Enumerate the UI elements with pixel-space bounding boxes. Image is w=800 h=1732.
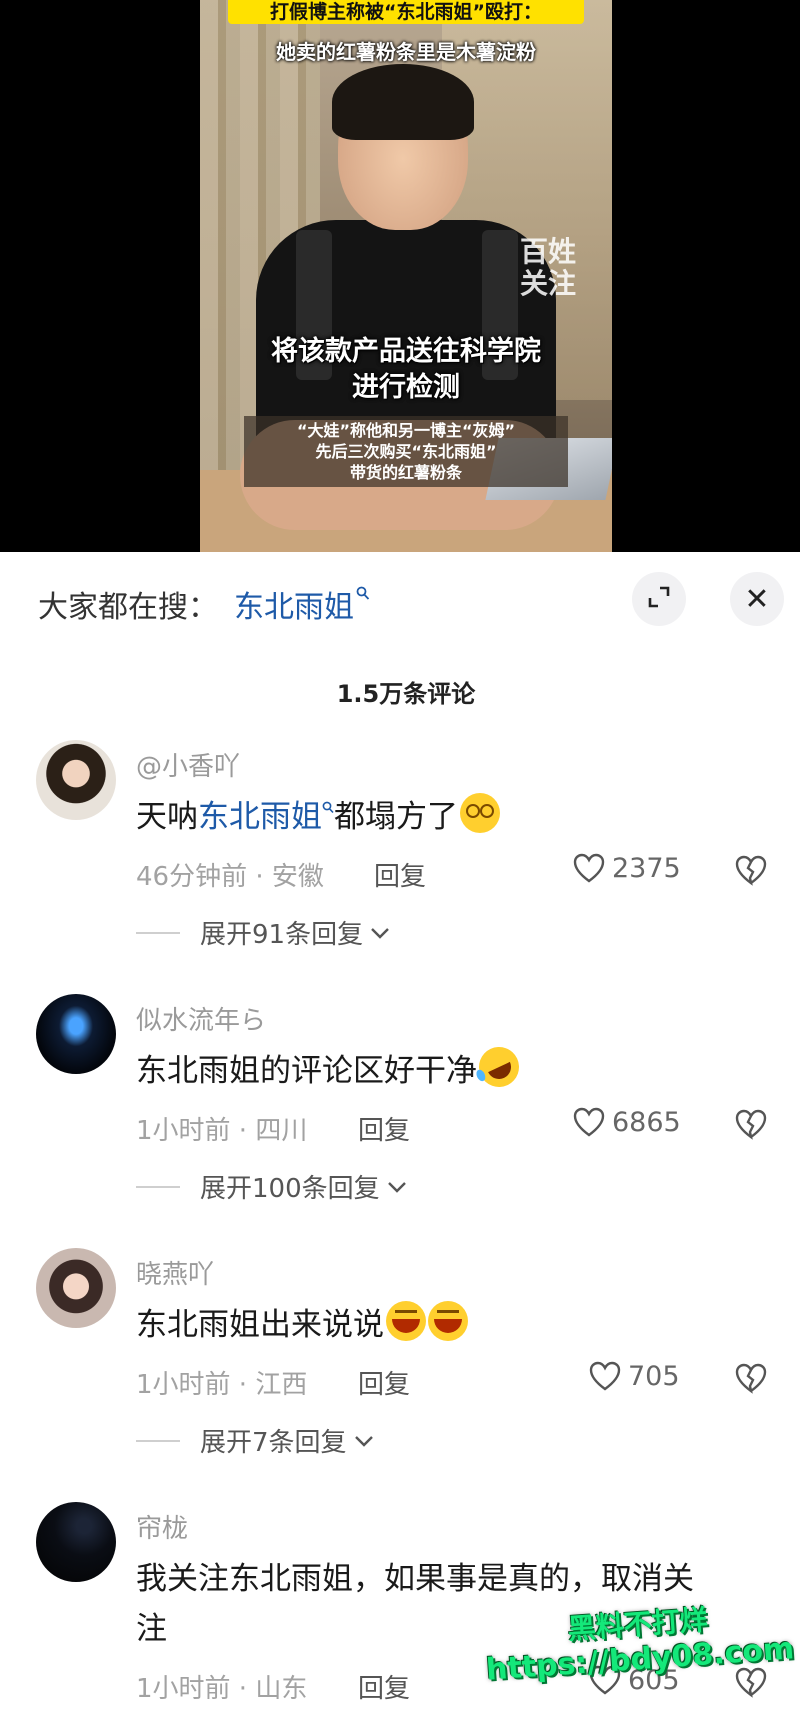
heart-icon [589, 1361, 621, 1391]
trending-search-row: 大家都在搜： 东北雨姐 [38, 582, 370, 626]
expand-replies-label: 展开91条回复 [200, 920, 364, 950]
chevron-down-icon [387, 1181, 406, 1193]
trending-search-keyword[interactable]: 东北雨姐 [234, 582, 354, 626]
video-caption-headline: 打假博主称被“东北雨姐”殴打： [228, 0, 584, 24]
comment-username[interactable]: @小香吖 [136, 746, 240, 783]
like-count: 2375 [612, 852, 681, 884]
heart-icon [573, 853, 605, 883]
like-count: 705 [628, 1360, 680, 1392]
expand-divider [136, 1439, 180, 1442]
comment-text-part: 东北雨姐出来说说 [136, 1307, 384, 1343]
comment-meta: 1小时前 · 四川 [136, 1116, 308, 1146]
comment-text-part: 东北雨姐的评论区好干净 [136, 1053, 477, 1089]
expand-sheet-button[interactable] [632, 572, 686, 626]
expand-replies-button[interactable]: 展开7条回复 [136, 1422, 375, 1459]
expand-replies-label: 展开7条回复 [200, 1428, 347, 1458]
comment-text-part: 天呐 [136, 799, 198, 835]
video-caption-sub: “大娃”称他和另一博主“灰姆” 先后三次购买“东北雨姐” 带货的红薯粉条 [244, 416, 568, 487]
comment-text-part: 都塌方了 [334, 799, 458, 835]
caption-main-line-2: 进行检测 [352, 372, 460, 403]
chevron-down-icon [371, 927, 389, 939]
logo-line-1: 百姓 [520, 235, 577, 268]
dislike-broken-heart-icon[interactable] [734, 1108, 768, 1140]
channel-logo-watermark: 百姓 关注 [520, 236, 580, 300]
comment-sheet: 大家都在搜： 东北雨姐 ✕ 1.5万条评论 @小香吖 天呐东北雨姐 都塌方了 46… [0, 552, 800, 1732]
like-count: 6865 [612, 1106, 681, 1138]
grinning-squint-face-icon [428, 1301, 468, 1341]
caption-sub-line-1: “大娃”称他和另一博主“灰姆” [296, 421, 516, 440]
comment-meta: 46分钟前 · 安徽 [136, 862, 324, 892]
dislike-broken-heart-icon[interactable] [734, 854, 768, 886]
expand-divider [136, 931, 180, 934]
expand-replies-button[interactable]: 展开100条回复 [136, 1168, 408, 1205]
logo-line-2: 关注 [520, 267, 577, 300]
close-button[interactable]: ✕ [730, 572, 784, 626]
like-button[interactable]: 2375 [572, 852, 681, 884]
trending-search-label: 大家都在搜： [38, 590, 218, 625]
avatar[interactable] [36, 1502, 116, 1582]
caption-sub-line-2: 先后三次购买“东北雨姐” [315, 442, 497, 461]
comment-text: 东北雨姐出来说说 [136, 1300, 756, 1350]
avatar[interactable] [36, 1248, 116, 1328]
comments-count: 1.5万条评论 [336, 680, 476, 708]
reply-button[interactable]: 回复 [358, 1668, 410, 1705]
person-hair [332, 64, 474, 140]
caption-main-line-1: 将该款产品送往科学院 [271, 336, 541, 367]
avatar[interactable] [36, 994, 116, 1074]
expand-icon [646, 584, 672, 614]
comment-meta: 1小时前 · 江西 [136, 1370, 308, 1400]
caption-sub-line-3: 带货的红薯粉条 [349, 463, 462, 482]
comment-username[interactable]: 晓燕吖 [136, 1254, 214, 1291]
chevron-down-icon [354, 1435, 373, 1447]
like-button[interactable]: 705 [588, 1360, 680, 1392]
comment-username[interactable]: 帘栊 [136, 1508, 188, 1545]
search-icon [356, 586, 370, 607]
dizzy-face-icon [460, 793, 500, 833]
comment-meta: 1小时前 · 山东 [136, 1674, 308, 1704]
video-frame: 打假博主称被“东北雨姐”殴打： 她卖的红薯粉条里是木薯淀粉 百姓 关注 将该款产… [200, 0, 612, 552]
video-player[interactable]: 打假博主称被“东北雨姐”殴打： 她卖的红薯粉条里是木薯淀粉 百姓 关注 将该款产… [0, 0, 800, 552]
comment-text: 东北雨姐的评论区好干净 [136, 1040, 756, 1096]
reply-button[interactable]: 回复 [358, 1364, 410, 1401]
heart-icon [573, 1107, 605, 1137]
video-caption-main: 将该款产品送往科学院 进行检测 [200, 334, 612, 406]
dislike-broken-heart-icon[interactable] [734, 1362, 768, 1394]
expand-replies-button[interactable]: 展开91条回复 [136, 914, 391, 951]
comment-username[interactable]: 似水流年ら [136, 1000, 266, 1037]
close-icon: ✕ [744, 581, 770, 617]
grinning-squint-face-icon [386, 1301, 426, 1341]
avatar[interactable] [36, 740, 116, 820]
reply-button[interactable]: 回复 [374, 856, 426, 893]
like-button[interactable]: 6865 [572, 1106, 681, 1138]
reply-button[interactable]: 回复 [358, 1110, 410, 1147]
video-caption-subheadline: 她卖的红薯粉条里是木薯淀粉 [276, 40, 536, 64]
expand-divider [136, 1185, 180, 1188]
rofl-face-icon [472, 1040, 526, 1094]
search-icon [322, 800, 334, 819]
comment-text: 天呐东北雨姐 都塌方了 [136, 792, 756, 847]
comment-keyword-link[interactable]: 东北雨姐 [198, 799, 322, 835]
comment-text-line: 我关注东北雨姐，如果事是真的，取消关 [136, 1561, 694, 1597]
expand-replies-label: 展开100条回复 [200, 1174, 380, 1204]
